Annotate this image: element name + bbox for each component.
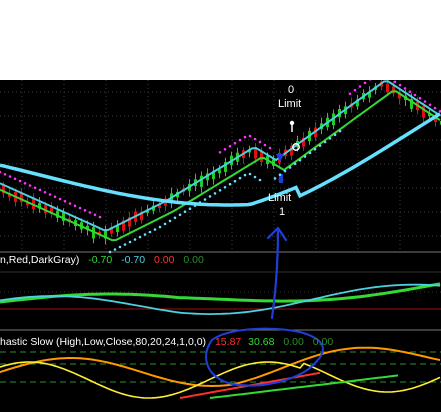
price-candle <box>20 188 23 207</box>
indicator-1-value-1: -0.70 <box>88 254 113 266</box>
stochastic-legend: hastic Slow (High,Low,Close,80,20,24,1,0… <box>0 336 333 348</box>
stochastic-value-2: 30.68 <box>248 336 275 348</box>
buy-limit-label: Limit <box>278 98 302 110</box>
stochastic-value-1: 15.87 <box>214 336 242 348</box>
price-candle <box>104 225 107 245</box>
indicator-1-value-4: 0.00 <box>183 254 204 266</box>
dots-cyan-group <box>108 172 262 254</box>
price-panel-grid <box>0 80 441 250</box>
price-candle <box>164 195 167 212</box>
indicator-1-parameters: n,Red,DarkGray) <box>0 254 80 266</box>
price-candle <box>128 212 131 233</box>
indicator-1-panel-background <box>0 273 441 329</box>
indicator-1-value-3: 0.00 <box>154 254 175 266</box>
blank-header-area <box>0 0 441 80</box>
stochastic-value-3: 0.00 <box>283 336 304 348</box>
indicator-1-legend: n,Red,DarkGray) -0.70 -0.70 0.00 0.00 <box>0 254 204 266</box>
price-candle <box>224 157 227 177</box>
price-candle <box>116 220 119 237</box>
price-candle <box>368 86 371 103</box>
price-candle <box>50 201 53 218</box>
sell-limit-count: 1 <box>279 206 286 218</box>
price-candle <box>140 206 143 224</box>
price-candle <box>200 171 203 193</box>
chart-window[interactable]: 0 Limit Limit 1 n,Red,DarkGray) -0.70 -0… <box>0 80 441 412</box>
indicator-1-value-2: -0.70 <box>121 254 146 266</box>
price-candle <box>38 197 41 213</box>
buy-limit-count: 0 <box>288 84 295 96</box>
price-candle <box>212 166 215 185</box>
stochastic-parameters: hastic Slow (High,Low,Close,80,20,24,1,0… <box>0 336 207 348</box>
sell-limit-label: Limit <box>268 192 292 204</box>
price-candle <box>122 216 125 234</box>
price-candle <box>242 147 245 164</box>
stochastic-value-4: 0.00 <box>312 336 334 348</box>
price-chart-canvas[interactable] <box>0 80 441 412</box>
